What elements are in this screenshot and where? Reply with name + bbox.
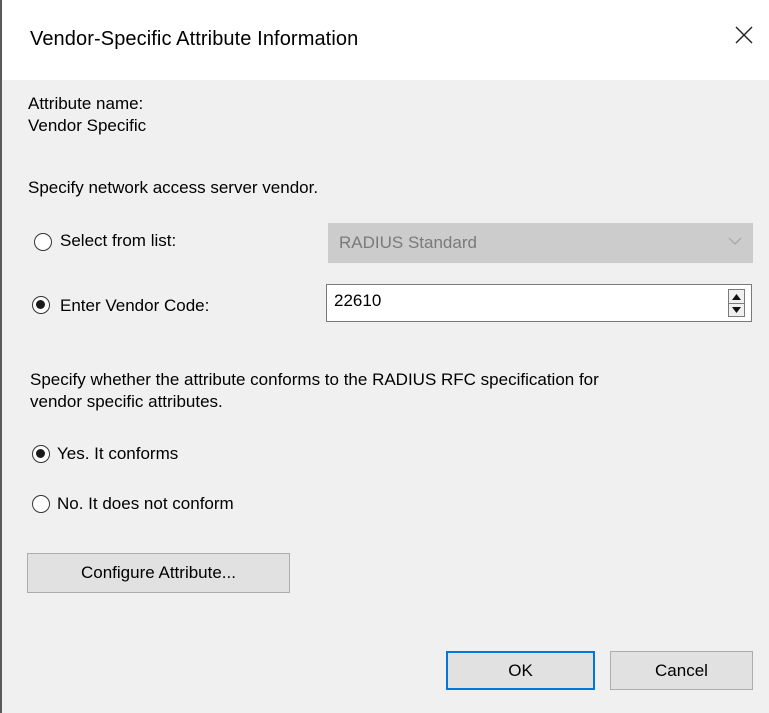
conformance-instruction-line1: Specify whether the attribute conforms t… [30,370,599,389]
conforms-yes-label[interactable]: Yes. It conforms [57,443,178,465]
vendor-list-selected-value: RADIUS Standard [339,233,477,252]
vendor-code-input[interactable]: 22610 [326,284,752,322]
enter-vendor-code-radio[interactable] [32,296,50,314]
configure-attribute-label: Configure Attribute... [81,563,236,582]
vendor-list-dropdown[interactable]: RADIUS Standard [328,223,753,263]
close-icon [735,26,753,44]
vendor-specific-attribute-dialog: Vendor-Specific Attribute Information At… [0,0,769,713]
chevron-down-icon [728,237,742,245]
conforms-no-label[interactable]: No. It does not conform [57,493,234,515]
window-edge [0,0,2,713]
conformance-instruction-line2: vendor specific attributes. [30,392,223,411]
radio-selected-dot [36,300,45,309]
vendor-code-spinner[interactable] [728,289,745,317]
vendor-instruction: Specify network access server vendor. [28,178,319,197]
title-bar: Vendor-Specific Attribute Information [2,0,769,80]
conforms-no-radio[interactable] [32,495,50,513]
select-from-list-label[interactable]: Select from list: [60,230,176,252]
configure-attribute-button[interactable]: Configure Attribute... [27,553,290,593]
radio-selected-dot [36,449,45,458]
spin-up-button[interactable] [729,290,744,304]
spin-down-button[interactable] [729,303,744,316]
enter-vendor-code-label[interactable]: Enter Vendor Code: [60,295,209,317]
conforms-yes-radio[interactable] [32,445,50,463]
ok-button[interactable]: OK [446,651,595,690]
attribute-name-label: Attribute name: [28,94,144,113]
select-from-list-radio[interactable] [34,233,52,251]
ok-label: OK [508,660,533,680]
dialog-title: Vendor-Specific Attribute Information [30,28,359,50]
attribute-name-value: Vendor Specific [28,116,147,135]
cancel-label: Cancel [655,660,708,680]
spin-down-icon [732,306,741,313]
cancel-button[interactable]: Cancel [610,651,753,690]
spin-up-icon [732,293,741,300]
close-button[interactable] [719,8,769,62]
vendor-code-value: 22610 [334,291,382,310]
